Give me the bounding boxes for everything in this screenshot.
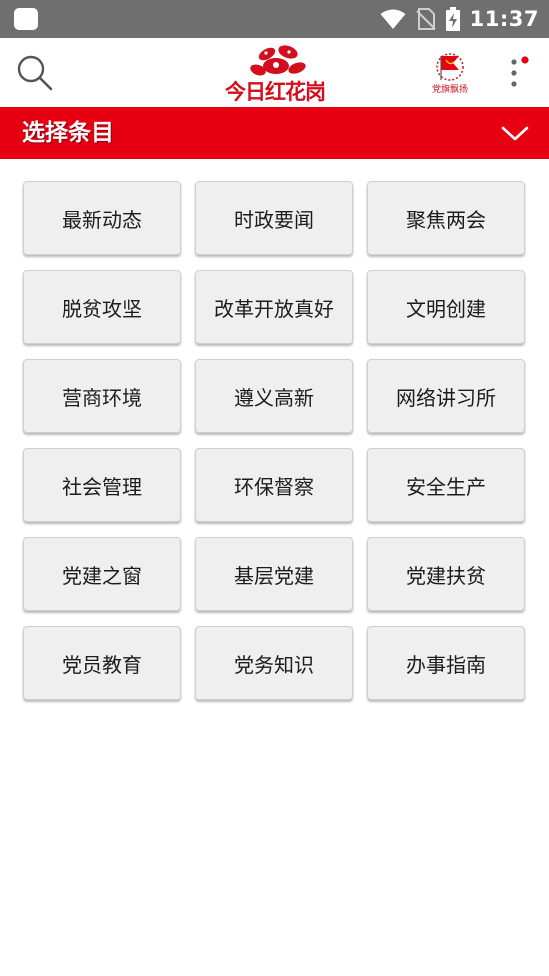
party-flag-button[interactable]: 党旗飘扬 [426,50,474,96]
category-button[interactable]: 党员教育 [23,626,181,700]
app-notification-icon [14,8,38,30]
more-vertical-icon [511,56,529,87]
party-badge-label: 党旗飘扬 [431,85,468,95]
category-button[interactable]: 改革开放真好 [195,270,353,344]
category-button[interactable]: 文明创建 [367,270,525,344]
status-time: 11:37 [469,7,539,31]
status-icons: 11:37 [380,0,539,38]
category-button[interactable]: 党务知识 [195,626,353,700]
status-bar: 11:37 [0,0,549,38]
category-button[interactable]: 网络讲习所 [367,359,525,433]
chevron-down-icon[interactable] [501,121,529,145]
select-title: 选择条目 [22,120,114,146]
app-logo: 今日红花岗 [210,40,340,106]
category-button[interactable]: 办事指南 [367,626,525,700]
category-button[interactable]: 基层党建 [195,537,353,611]
category-button[interactable]: 聚焦两会 [367,181,525,255]
category-button[interactable]: 环保督察 [195,448,353,522]
search-button[interactable] [14,52,56,94]
battery-charging-icon [445,7,460,31]
no-sim-icon [415,8,436,30]
flower-logo-icon [250,45,306,76]
app-header: 今日红花岗 党旗飘扬 [0,38,549,107]
party-flag-icon [436,53,464,81]
more-menu-button[interactable] [500,52,534,94]
category-button[interactable]: 营商环境 [23,359,181,433]
category-button[interactable]: 党建之窗 [23,537,181,611]
notification-dot [521,56,529,64]
category-grid: 最新动态 时政要闻 聚焦两会 脱贫攻坚 改革开放真好 文明创建 营商环境 遵义高… [23,181,526,700]
category-button[interactable]: 安全生产 [367,448,525,522]
category-button[interactable]: 最新动态 [23,181,181,255]
category-button[interactable]: 党建扶贫 [367,537,525,611]
logo-text: 今日红花岗 [225,80,326,104]
category-selector-bar[interactable]: 选择条目 [0,107,549,159]
wifi-icon [380,9,406,29]
category-button[interactable]: 遵义高新 [195,359,353,433]
search-icon [17,55,53,91]
category-button[interactable]: 社会管理 [23,448,181,522]
category-button[interactable]: 脱贫攻坚 [23,270,181,344]
category-button[interactable]: 时政要闻 [195,181,353,255]
